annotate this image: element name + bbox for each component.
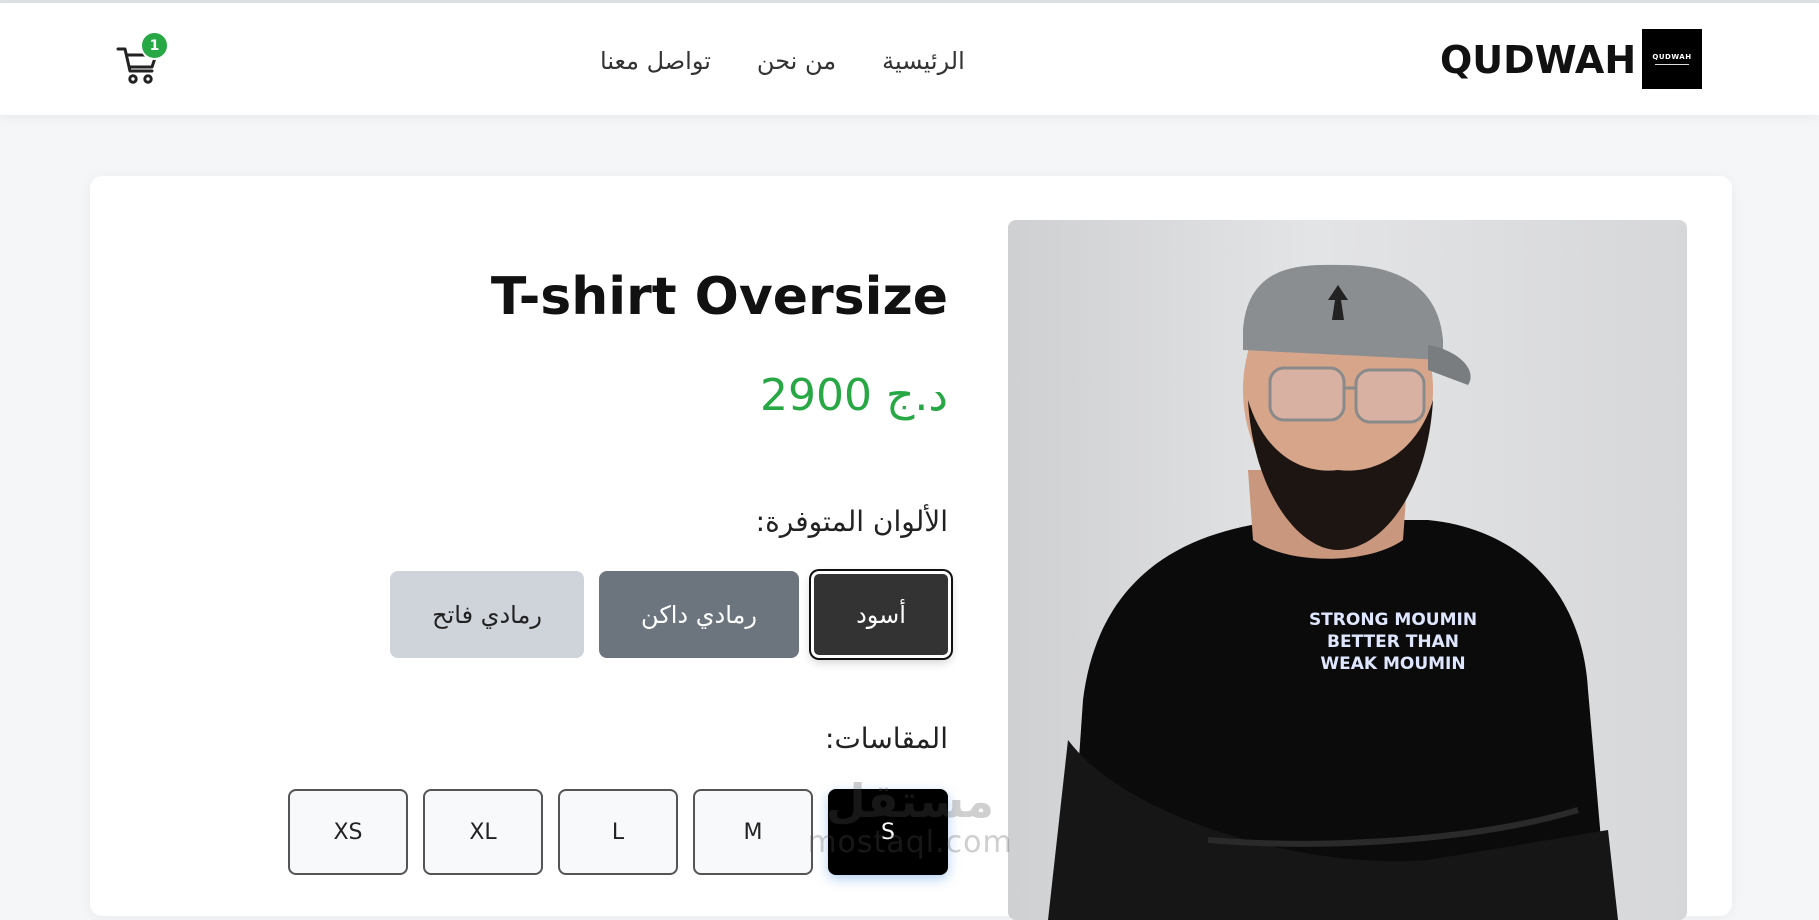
product-title: T-shirt Oversize [490,266,948,327]
shirt-print-line-2: BETTER THAN [1327,632,1459,652]
shirt-print-line-3: WEAK MOUMIN [1320,654,1465,674]
sizes-label: المقاسات: [825,722,948,755]
model-photo: STRONG MOUMIN BETTER THAN WEAK MOUMIN [1048,264,1618,920]
color-option-dark-gray[interactable]: رمادي داكن [599,571,799,658]
nav-item-about[interactable]: من نحن [757,47,836,75]
logo[interactable]: QUDWAH [1642,29,1702,89]
nav-item-home[interactable]: الرئيسية [882,47,965,75]
color-option-light-gray[interactable]: رمادي فاتح [390,571,584,658]
nav-item-contact[interactable]: تواصل معنا [600,47,711,75]
color-option-black[interactable]: أسود [811,571,951,658]
main-nav: الرئيسية من نحن تواصل معنا [600,39,965,83]
logo-divider [1655,64,1689,65]
size-option-l[interactable]: L [558,789,678,875]
size-option-m[interactable]: M [693,789,813,875]
size-option-xs[interactable]: XS [288,789,408,875]
site-header: QUDWAH QUDWAH الرئيسية من نحن تواصل معنا… [0,3,1819,115]
product-price: 2900 د.ج [760,370,948,421]
shirt-print-line-1: STRONG MOUMIN [1309,610,1477,630]
logo-text: QUDWAH [1652,53,1692,61]
brand-name[interactable]: QUDWAH [1440,33,1636,87]
cart-button[interactable]: 1 [116,31,169,87]
cart-count-badge: 1 [140,31,169,60]
size-option-xl[interactable]: XL [423,789,543,875]
size-option-s[interactable]: S [828,789,948,875]
colors-label: الألوان المتوفرة: [755,505,948,538]
product-image: STRONG MOUMIN BETTER THAN WEAK MOUMIN [1008,220,1687,920]
